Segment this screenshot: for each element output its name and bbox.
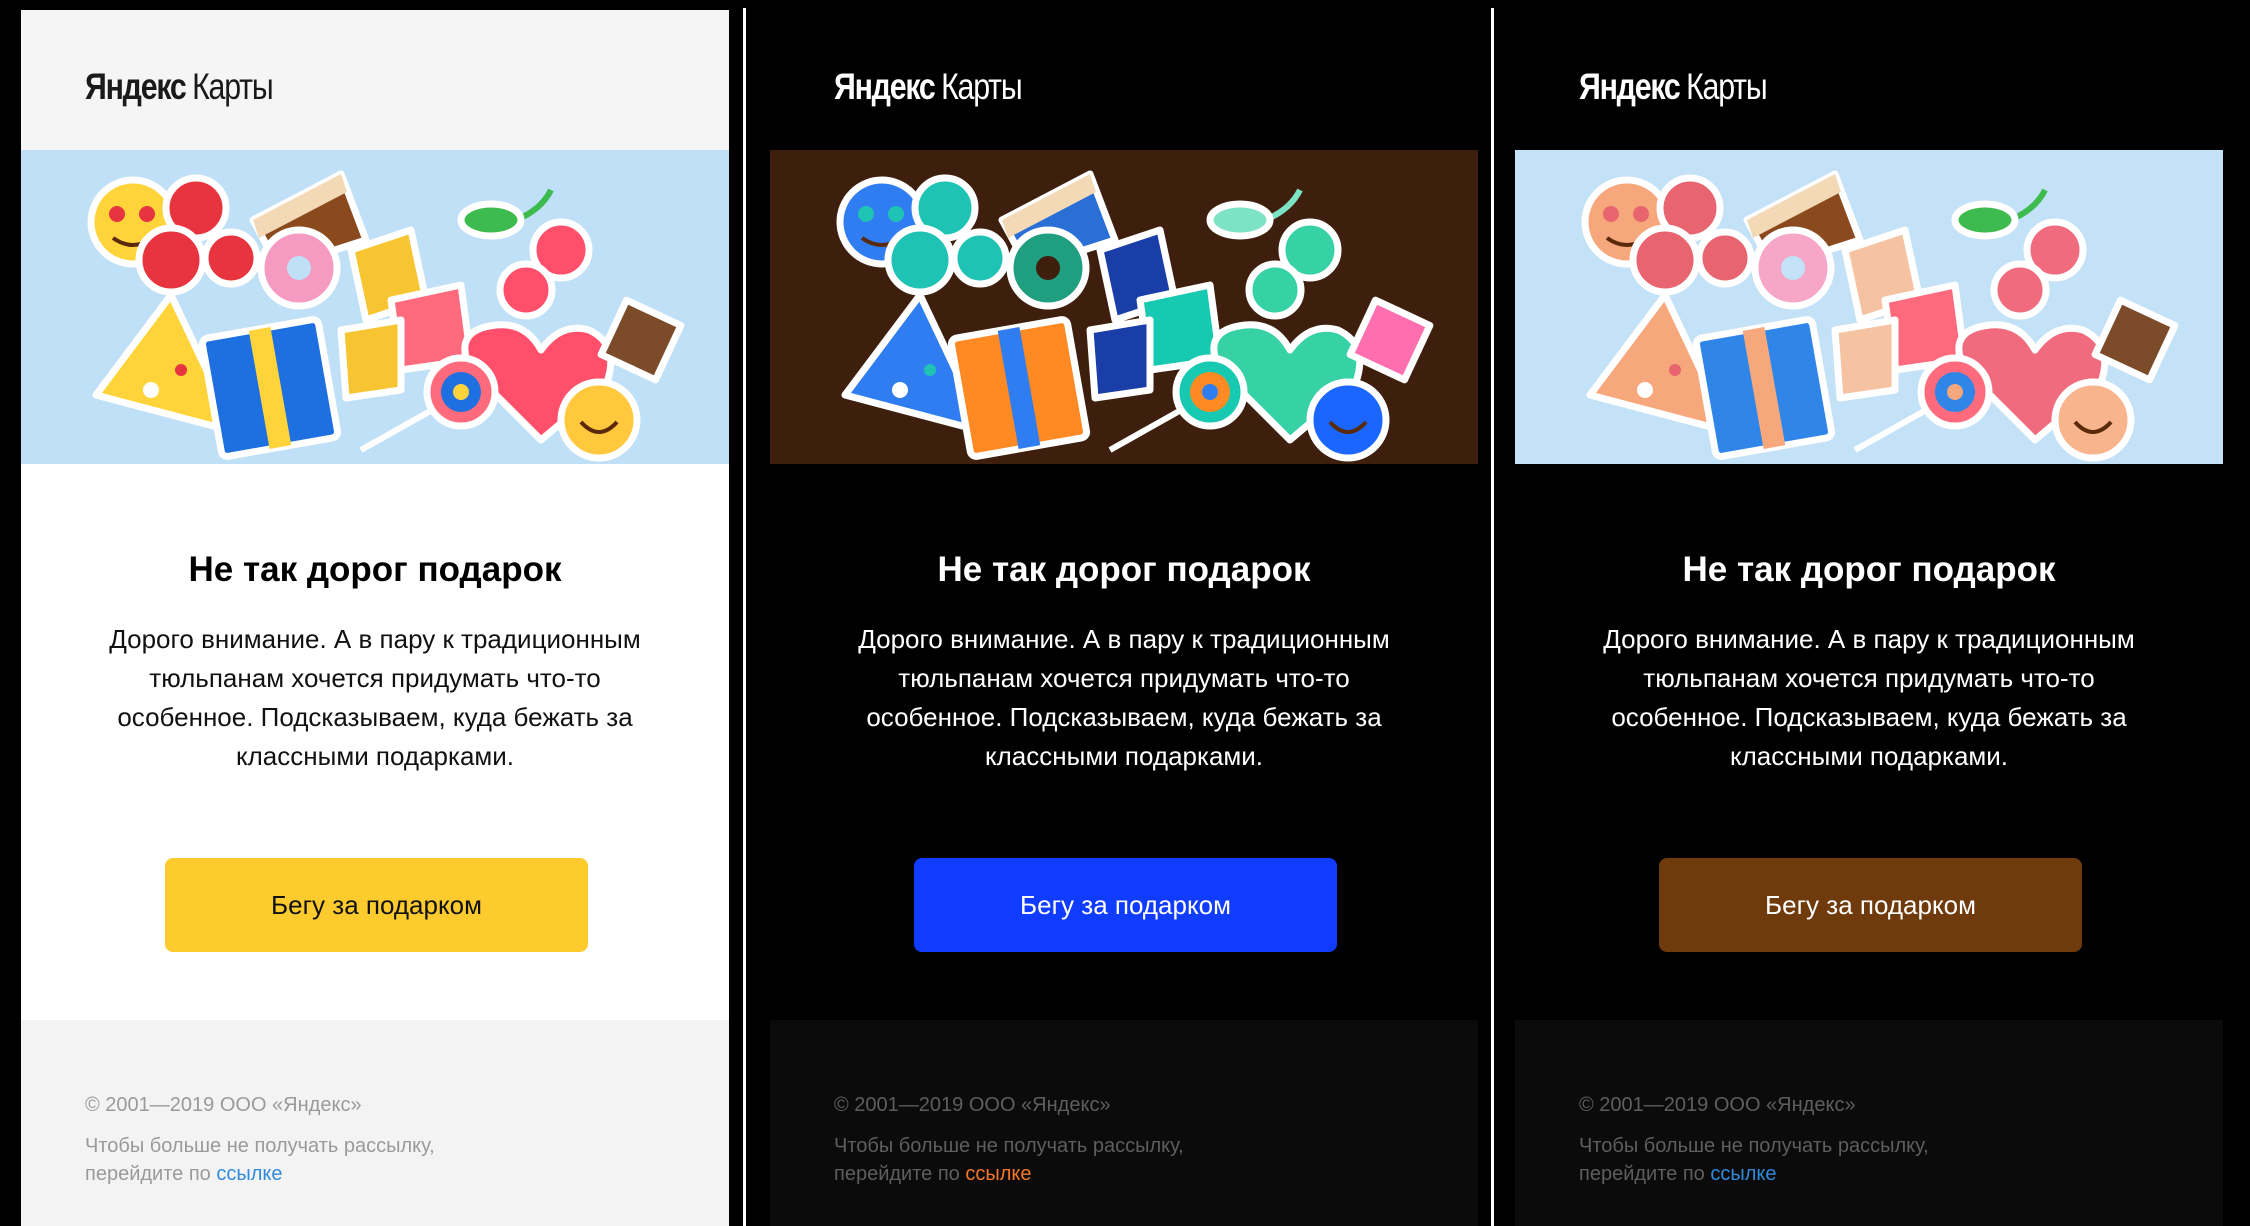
donut-icon	[1751, 226, 1835, 310]
gift-box-icon	[198, 316, 342, 460]
donut-icon	[257, 226, 341, 310]
email-header: Яндекс Карты	[1515, 10, 2223, 150]
smiley-emoji-icon	[557, 378, 641, 462]
panel-divider	[1491, 8, 1494, 1226]
email-content: Не так дорог подарок Дорого внимание. А …	[21, 464, 729, 1030]
email-body-text: Дорого внимание. А в пару к традиционным…	[1603, 624, 2135, 771]
panel-divider	[743, 8, 746, 1226]
unsubscribe-text: Чтобы больше не получать рассылку, перей…	[834, 1132, 1254, 1188]
gift-box-icon	[1692, 316, 1836, 460]
email-preview-light: Яндекс Карты Не так дорог подарок Дорого …	[21, 10, 729, 1226]
email-body-text: Дорого внимание. А в пару к традиционным…	[109, 624, 641, 771]
sticker-illustration	[770, 150, 1478, 464]
email-footer: © 2001—2019 ООО «Яндекс» Чтобы больше не…	[21, 1020, 729, 1226]
gift-stickers-banner	[770, 150, 1478, 464]
logo-brand: Яндекс	[834, 66, 936, 107]
email-title: Не так дорог подарок	[1682, 550, 2056, 589]
gift-stickers-banner	[1515, 150, 2223, 464]
email-footer: © 2001—2019 ООО «Яндекс» Чтобы больше не…	[1515, 1020, 2223, 1226]
logo-brand: Яндекс	[1579, 66, 1681, 107]
smiley-emoji-icon	[2051, 378, 2135, 462]
cta-button[interactable]: Бегу за подарком	[165, 858, 588, 952]
sticker-illustration	[21, 150, 729, 464]
logo-product: Карты	[192, 66, 274, 107]
gift-stickers-banner	[21, 150, 729, 464]
logo-product: Карты	[1686, 66, 1768, 107]
copyright-text: © 2001—2019 ООО «Яндекс»	[1579, 1094, 1856, 1116]
unsubscribe-link[interactable]: ссылке	[965, 1163, 1031, 1185]
email-header: Яндекс Карты	[21, 10, 729, 150]
cta-button[interactable]: Бегу за подарком	[1659, 858, 2082, 952]
donut-icon	[1006, 226, 1090, 310]
unsubscribe-text: Чтобы больше не получать рассылку, перей…	[85, 1132, 505, 1188]
yandex-maps-logo[interactable]: Яндекс Карты	[85, 62, 274, 112]
gift-box-icon	[947, 316, 1091, 460]
unsubscribe-text: Чтобы больше не получать рассылку, перей…	[1579, 1132, 1999, 1188]
unsubscribe-link[interactable]: ссылке	[216, 1163, 282, 1185]
copyright-text: © 2001—2019 ООО «Яндекс»	[85, 1094, 362, 1116]
copyright-text: © 2001—2019 ООО «Яндекс»	[834, 1094, 1111, 1116]
unsubscribe-link[interactable]: ссылке	[1710, 1163, 1776, 1185]
cta-button[interactable]: Бегу за подарком	[914, 858, 1337, 952]
email-header: Яндекс Карты	[770, 10, 1478, 150]
email-title: Не так дорог подарок	[188, 550, 562, 589]
email-preview-dark-adapted: Яндекс Карты Не так дорог подарок Дорого …	[1515, 10, 2223, 1226]
email-preview-dark: Яндекс Карты Не так дорог подарок Дорого …	[770, 10, 1478, 1226]
email-title: Не так дорог подарок	[937, 550, 1311, 589]
yandex-maps-logo[interactable]: Яндекс Карты	[834, 62, 1023, 112]
sticker-illustration	[1515, 150, 2223, 464]
logo-product: Карты	[941, 66, 1023, 107]
email-body-text: Дорого внимание. А в пару к традиционным…	[858, 624, 1390, 771]
smiley-emoji-icon	[1306, 378, 1390, 462]
yandex-maps-logo[interactable]: Яндекс Карты	[1579, 62, 1768, 112]
logo-brand: Яндекс	[85, 66, 187, 107]
email-footer: © 2001—2019 ООО «Яндекс» Чтобы больше не…	[770, 1020, 1478, 1226]
email-content: Не так дорог подарок Дорого внимание. А …	[770, 464, 1478, 1030]
email-content: Не так дорог подарок Дорого внимание. А …	[1515, 464, 2223, 1030]
